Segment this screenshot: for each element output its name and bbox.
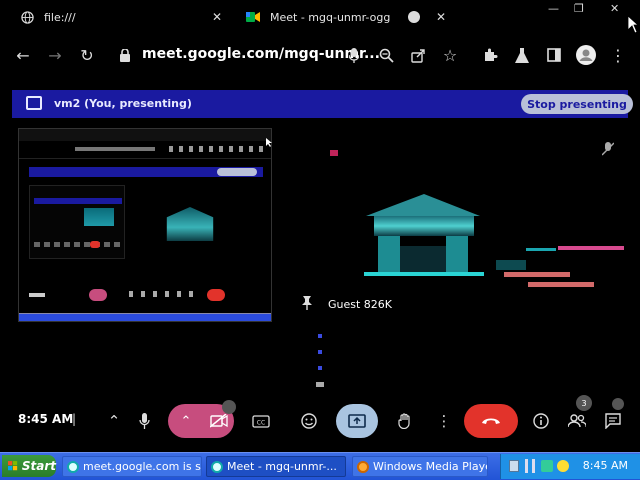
participant-name: Guest 826K bbox=[328, 298, 393, 311]
close-tab-icon[interactable]: ✕ bbox=[436, 10, 446, 24]
share-icon[interactable] bbox=[407, 44, 429, 66]
video-scroll-indicator bbox=[316, 332, 324, 390]
shared-cursor-icon bbox=[266, 138, 272, 147]
forward-arrow-icon[interactable]: → bbox=[44, 44, 66, 66]
tab-meet[interactable]: Meet - mgq-unmr-ogg ✕ bbox=[246, 0, 456, 34]
volume-icon[interactable] bbox=[525, 459, 535, 473]
chrome-icon bbox=[211, 460, 223, 473]
stop-presenting-button[interactable]: Stop presenting bbox=[521, 94, 633, 114]
browser-menu-icon[interactable]: ⋮ bbox=[607, 44, 629, 66]
participant-muted-icon bbox=[602, 142, 614, 156]
shared-nested-preview bbox=[29, 185, 125, 259]
media-player-icon bbox=[357, 460, 369, 473]
captions-button[interactable]: CC bbox=[248, 404, 274, 438]
taskbar-item-label: Meet - mgq-unmr-... bbox=[227, 460, 337, 473]
lock-icon[interactable] bbox=[114, 44, 136, 66]
chevron-up-icon[interactable]: ⌃ bbox=[104, 404, 124, 438]
meeting-details-button[interactable] bbox=[528, 404, 554, 438]
more-options-icon[interactable]: ⋮ bbox=[436, 404, 452, 438]
microphone-icon[interactable] bbox=[343, 44, 365, 66]
camera-off-icon bbox=[210, 414, 228, 428]
minimize-icon[interactable]: — bbox=[548, 2, 559, 15]
start-label: Start bbox=[21, 459, 56, 473]
zoom-icon[interactable] bbox=[375, 44, 397, 66]
extensions-icon[interactable] bbox=[479, 44, 501, 66]
profile-avatar-icon[interactable] bbox=[575, 44, 597, 66]
chrome-icon bbox=[67, 460, 79, 473]
presenting-banner: vm2 (You, presenting) Stop presenting bbox=[12, 90, 633, 118]
taskbar-item-meet[interactable]: Meet - mgq-unmr-... bbox=[206, 456, 346, 477]
taskbar-item-notice[interactable]: meet.google.com is s... bbox=[62, 456, 202, 477]
emoji-icon bbox=[301, 413, 317, 429]
mouse-cursor-icon bbox=[628, 16, 638, 34]
globe-icon bbox=[20, 10, 34, 24]
side-panel-icon[interactable] bbox=[543, 44, 565, 66]
shared-presenting-banner bbox=[29, 167, 263, 177]
shared-controls bbox=[19, 285, 271, 307]
shared-tab-strip bbox=[19, 129, 271, 141]
network-icon[interactable] bbox=[541, 460, 553, 472]
chevron-up-icon: ⌃ bbox=[180, 413, 192, 429]
tab-label: Meet - mgq-unmr-ogg bbox=[270, 10, 391, 24]
microphone-icon bbox=[138, 413, 150, 429]
windows-taskbar: Start meet.google.com is s... Meet - mgq… bbox=[0, 452, 640, 480]
shared-taskbar bbox=[19, 313, 271, 321]
raise-hand-button[interactable] bbox=[392, 404, 418, 438]
leave-call-button[interactable] bbox=[464, 404, 518, 438]
shared-video-thumbnail bbox=[166, 207, 214, 241]
raise-hand-icon bbox=[398, 413, 410, 429]
taskbar-item-label: Windows Media Player bbox=[373, 460, 488, 473]
present-screen-icon bbox=[26, 96, 42, 110]
restore-icon[interactable]: ❐ bbox=[574, 2, 584, 15]
people-icon bbox=[568, 414, 586, 428]
tab-strip: file:/// ✕ Meet - mgq-unmr-ogg ✕ — ❐ ✕ bbox=[0, 0, 640, 34]
taskbar-item-label: meet.google.com is s... bbox=[83, 460, 202, 473]
meet-icon bbox=[246, 10, 260, 24]
security-shield-icon[interactable] bbox=[557, 460, 569, 472]
taskbar-clock: 8:45 AM bbox=[582, 459, 628, 472]
microphone-button[interactable] bbox=[132, 404, 156, 438]
participant-video-frame bbox=[330, 150, 624, 287]
end-call-icon bbox=[482, 418, 500, 424]
people-count-badge: 3 bbox=[576, 395, 592, 411]
tab-file[interactable]: file:/// ✕ bbox=[20, 0, 230, 34]
labs-flask-icon[interactable] bbox=[511, 44, 533, 66]
camera-warning-badge bbox=[222, 400, 236, 414]
bookmark-star-icon[interactable]: ☆ bbox=[439, 44, 461, 66]
meeting-controls: 8:45 AM | ⌃ ⌃ CC ⋮ 3 bbox=[0, 394, 640, 448]
close-tab-icon[interactable]: ✕ bbox=[212, 10, 222, 24]
participant-video-tile[interactable] bbox=[296, 136, 628, 320]
taskbar-item-media-player[interactable]: Windows Media Player bbox=[352, 456, 488, 477]
present-now-button[interactable] bbox=[336, 404, 378, 438]
start-button[interactable]: Start bbox=[2, 455, 56, 477]
shared-toolbar bbox=[19, 141, 271, 159]
chat-button[interactable] bbox=[600, 404, 626, 438]
pin-icon[interactable] bbox=[302, 296, 312, 314]
reload-icon[interactable]: ↻ bbox=[76, 44, 98, 66]
back-arrow-icon[interactable]: ← bbox=[12, 44, 34, 66]
info-icon bbox=[533, 413, 549, 429]
recording-indicator-icon bbox=[408, 11, 420, 23]
tray-device-icon[interactable] bbox=[509, 460, 519, 472]
close-window-icon[interactable]: ✕ bbox=[610, 2, 619, 15]
system-tray: 8:45 AM bbox=[500, 454, 640, 479]
screen-share-tile[interactable] bbox=[18, 128, 272, 322]
svg-text:CC: CC bbox=[257, 419, 265, 426]
tab-label: file:/// bbox=[44, 10, 76, 24]
camera-options-button[interactable]: ⌃ bbox=[168, 404, 204, 438]
chat-notification-badge bbox=[612, 398, 624, 410]
meeting-time: 8:45 AM bbox=[18, 412, 74, 426]
chat-icon bbox=[605, 413, 621, 429]
controls-separator: | bbox=[72, 412, 77, 426]
browser-toolbar: ← → ↻ meet.google.com/mgq-unmr... ☆ ⋮ bbox=[0, 34, 640, 76]
emoji-reaction-button[interactable] bbox=[296, 404, 322, 438]
present-screen-icon bbox=[348, 414, 366, 428]
windows-logo-icon bbox=[8, 461, 18, 471]
captions-icon: CC bbox=[252, 414, 270, 428]
presenting-label: vm2 (You, presenting) bbox=[54, 97, 192, 110]
